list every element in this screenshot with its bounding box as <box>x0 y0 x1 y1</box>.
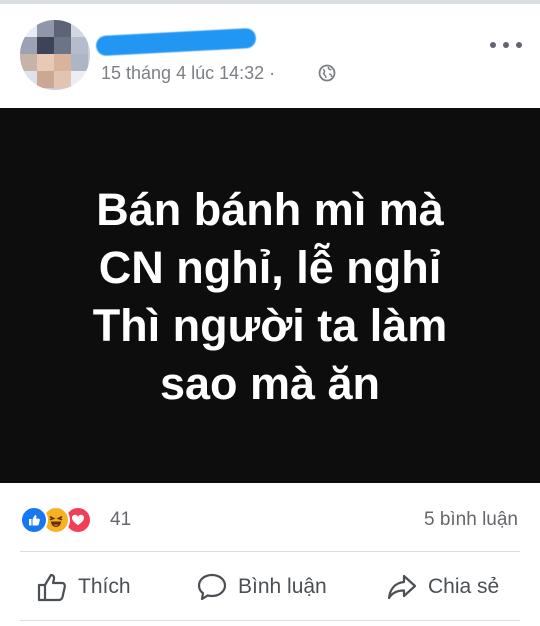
post-text-line: CN nghỉ, lễ nghỉ <box>98 241 442 293</box>
bottom-divider <box>20 620 520 621</box>
action-bar-divider <box>20 551 520 552</box>
like-label: Thích <box>78 575 131 598</box>
comment-count[interactable]: 5 bình luận <box>424 509 518 531</box>
globe-icon[interactable] <box>318 64 336 82</box>
more-horizontal-icon[interactable] <box>490 36 522 54</box>
comment-bubble-icon <box>197 573 227 601</box>
top-divider <box>0 0 540 4</box>
post-image-text: Bán bánh mì mà CN nghỉ, lễ nghỉ Thì ngườ… <box>93 181 448 413</box>
post-text-line: Thì người ta làm <box>92 299 448 351</box>
post-image[interactable]: Bán bánh mì mà CN nghỉ, lễ nghỉ Thì ngườ… <box>0 108 540 483</box>
author-name-redacted[interactable] <box>95 27 257 57</box>
post-text-line: sao mà ăn <box>159 357 381 409</box>
share-arrow-icon <box>387 574 417 600</box>
avatar[interactable] <box>20 20 90 90</box>
reaction-count[interactable]: 41 <box>110 509 131 531</box>
like-reaction-icon <box>20 506 48 534</box>
thumbs-up-icon <box>37 573 67 602</box>
post-text-line: Bán bánh mì mà <box>96 183 444 235</box>
reaction-icons[interactable] <box>20 506 92 534</box>
comment-button[interactable]: Bình luận <box>196 569 327 605</box>
share-button[interactable]: Chia sẻ <box>386 569 499 605</box>
like-button[interactable]: Thích <box>36 569 131 605</box>
post-timestamp[interactable]: 15 tháng 4 lúc 14:32 · <box>101 63 275 84</box>
comment-label: Bình luận <box>238 575 327 598</box>
share-label: Chia sẻ <box>428 575 500 598</box>
